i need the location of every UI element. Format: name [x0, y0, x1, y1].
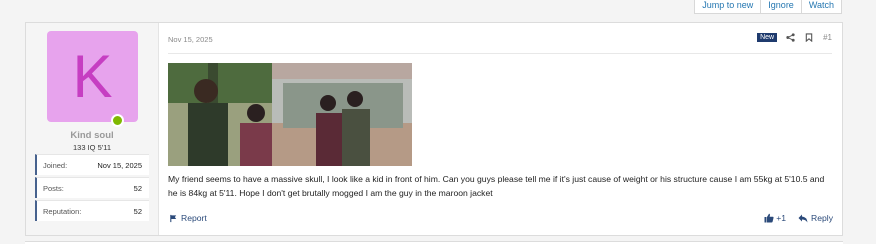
bookmark-icon[interactable] [804, 32, 814, 42]
stat-value: Nov 15, 2025 [97, 160, 142, 170]
post: K Kind soul 133 IQ 5'11 Joined: Nov 15, … [25, 22, 843, 236]
attached-photo[interactable] [168, 63, 412, 166]
stat-joined: Joined: Nov 15, 2025 [35, 154, 149, 175]
reply-icon [798, 214, 808, 222]
post-text: My friend seems to have a massive skull,… [168, 174, 825, 198]
stat-label: Joined: [43, 160, 68, 170]
thumbs-up-icon [764, 213, 774, 223]
username[interactable]: Kind soul [26, 130, 158, 141]
avatar[interactable]: K [47, 31, 138, 122]
user-stats: Joined: Nov 15, 2025 Posts: 52 Reputatio… [35, 154, 149, 223]
divider [168, 53, 832, 54]
stat-value: 52 [133, 206, 142, 216]
report-link[interactable]: Report [169, 213, 207, 223]
watch-button[interactable]: Watch [800, 0, 842, 14]
user-title: 133 IQ 5'11 [73, 143, 111, 152]
like-count: +1 [776, 213, 787, 223]
ignore-button[interactable]: Ignore [760, 0, 802, 14]
thread-actions: Jump to new Ignore Watch [694, 0, 842, 14]
post-body: Nov 15, 2025 New #1 My friend seems to h… [159, 23, 842, 235]
reply-button[interactable]: Reply [798, 213, 833, 223]
post-number[interactable]: #1 [823, 33, 832, 42]
share-icon[interactable] [785, 32, 795, 42]
flag-icon [170, 214, 177, 222]
avatar-letter: K [72, 43, 113, 110]
post-footer-actions: +1 Reply [764, 213, 833, 223]
stat-posts: Posts: 52 [35, 177, 149, 198]
stat-label: Reputation: [43, 206, 82, 216]
user-info: K Kind soul 133 IQ 5'11 Joined: Nov 15, … [26, 23, 159, 235]
reply-label: Reply [811, 213, 833, 223]
report-label: Report [181, 213, 207, 223]
jump-to-new-button[interactable]: Jump to new [694, 0, 762, 14]
online-status-indicator [111, 114, 124, 127]
stat-value: 52 [133, 183, 142, 193]
post-header-actions: New #1 [757, 32, 832, 42]
post-date[interactable]: Nov 15, 2025 [168, 35, 213, 44]
stat-label: Posts: [43, 183, 64, 193]
like-button[interactable]: +1 [764, 213, 786, 223]
new-badge: New [757, 32, 778, 42]
stat-reputation: Reputation: 52 [35, 200, 149, 221]
